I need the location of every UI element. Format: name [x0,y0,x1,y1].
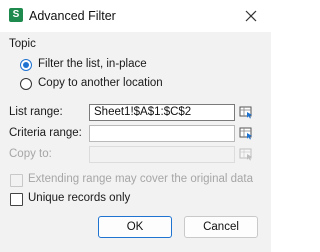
extending-range-checkbox[interactable] [10,174,23,187]
extending-range-option[interactable]: Extending range may cover the original d… [10,173,265,188]
topic-heading: Topic [9,38,36,50]
range-select-icon [239,106,252,119]
radio-filter-in-place[interactable]: Filter the list, in-place [20,58,220,73]
criteria-range-label: Criteria range: [9,127,82,139]
criteria-range-picker-button[interactable] [238,125,254,141]
title-bar: S Advanced Filter [0,0,271,33]
unique-records-label: Unique records only [28,192,131,204]
copy-to-label: Copy to: [9,148,52,160]
unique-records-option[interactable]: Unique records only [10,192,210,207]
extending-range-label: Extending range may cover the original d… [28,173,254,185]
close-button[interactable] [244,9,258,23]
close-icon [245,10,257,22]
radio-filter-in-place-label: Filter the list, in-place [38,58,147,70]
cancel-button[interactable]: Cancel [184,216,258,238]
unique-records-checkbox[interactable] [10,193,23,206]
criteria-range-input[interactable] [89,125,235,142]
radio-copy-to-location-label: Copy to another location [38,77,163,89]
list-range-picker-button[interactable] [238,104,254,120]
copy-to-input[interactable] [89,146,235,163]
ok-button[interactable]: OK [98,216,172,238]
radio-indicator[interactable] [20,78,32,90]
spreadsheet-app-icon: S [9,8,23,22]
range-select-icon [239,148,252,161]
range-select-icon [239,127,252,140]
list-range-input[interactable]: Sheet1!$A$1:$C$2 [89,104,235,121]
copy-to-picker-button[interactable] [238,146,254,162]
radio-indicator[interactable] [20,59,32,71]
dialog-title: Advanced Filter [29,9,116,23]
dialog-body: Topic Filter the list, in-place Copy to … [0,32,271,252]
radio-copy-to-location[interactable]: Copy to another location [20,77,220,92]
list-range-label: List range: [9,106,63,118]
